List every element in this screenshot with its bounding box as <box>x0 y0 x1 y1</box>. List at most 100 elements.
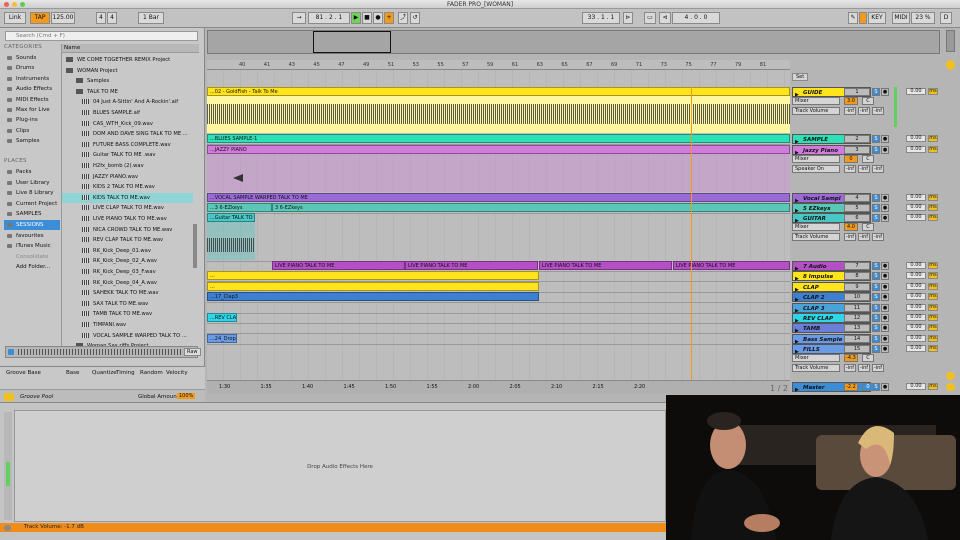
category-item[interactable]: Drums <box>4 63 60 73</box>
file-row[interactable]: TIMPANI.wav <box>62 320 193 331</box>
solo-button[interactable]: S <box>872 304 880 312</box>
arrangement-clip[interactable]: ... <box>207 271 539 280</box>
time-ruler[interactable]: 1:30 1:35 1:40 1:45 1:50 1:55 2:00 2:05 2:10 2:15… <box>207 380 790 394</box>
punch-out-icon[interactable]: ⊲ <box>659 12 671 24</box>
place-item[interactable]: Current Project <box>4 199 60 209</box>
file-row[interactable]: H2fx_bomb (2).wav <box>62 161 193 172</box>
automation-menu[interactable]: Track Volume <box>792 107 840 115</box>
category-item[interactable]: MIDI Effects <box>4 95 60 105</box>
ms-field[interactable]: ms <box>928 135 938 142</box>
time-signature-numerator[interactable]: 4 <box>96 12 106 24</box>
place-item[interactable]: User Library <box>4 178 60 188</box>
arm-button[interactable]: ● <box>881 135 889 143</box>
track-volume-field[interactable]: 0.00 <box>906 135 926 142</box>
file-row[interactable]: Guitar TALK TO ME .wav <box>62 150 193 161</box>
file-row[interactable]: Samples <box>62 76 193 87</box>
file-row[interactable]: VOCAL SAMPLE WARPED TALK TO ... <box>62 331 193 342</box>
arm-button[interactable]: ● <box>881 272 889 280</box>
solo-button[interactable]: S <box>872 283 880 291</box>
file-row[interactable]: LIVE CLAP TALK TO ME.wav <box>62 203 193 214</box>
solo-button[interactable]: S <box>872 324 880 332</box>
clip-body[interactable] <box>207 154 790 192</box>
track-header[interactable]: ▶ SAMPLE 2 S ● 0.00 ms <box>790 134 940 145</box>
place-item[interactable]: Packs <box>4 167 60 177</box>
arrangement-clip[interactable]: ...Guitar TALK TO M <box>207 213 255 222</box>
overview-strip[interactable] <box>207 30 940 54</box>
place-item[interactable]: iTunes Music <box>4 241 60 251</box>
ms-field[interactable]: ms <box>928 314 938 321</box>
solo-button[interactable]: S <box>872 293 880 301</box>
track-volume-field[interactable]: 0.00 <box>906 262 926 269</box>
groove-column-header[interactable]: Quantize <box>92 370 117 376</box>
place-item[interactable]: SESSIONS <box>4 220 60 230</box>
fold-icon[interactable]: ▶ <box>795 385 799 395</box>
track-header[interactable]: ▶ 7 Audio 7 S ● 0.00 ms <box>790 261 940 272</box>
groove-column-header[interactable]: Random <box>140 370 163 376</box>
track-header[interactable]: ▶ CLAP 3 11 S ● 0.00 ms <box>790 303 940 314</box>
close-window-button[interactable] <box>4 2 9 7</box>
track-volume-field[interactable]: 0.00 <box>906 214 926 221</box>
track-lanes[interactable]: ...02 - GoldFish - Talk To Me ...BLUES SA… <box>207 70 790 381</box>
overdub-icon[interactable]: ↺ <box>410 12 420 24</box>
crossfade-button[interactable]: C <box>862 155 874 163</box>
arrangement-clip[interactable]: ...3 6-EZkeys <box>207 203 272 212</box>
file-row[interactable]: WE COME TOGETHER REMIX Project <box>62 55 193 66</box>
place-item[interactable]: SAMPLES <box>4 209 60 219</box>
file-row[interactable]: SAX TALK TO ME.wav <box>62 299 193 310</box>
arrangement-clip[interactable]: ...REV CLAP <box>207 313 237 322</box>
ms-field[interactable]: ms <box>928 214 938 221</box>
arrangement-clip[interactable]: ... <box>207 282 539 291</box>
ms-field[interactable]: ms <box>928 262 938 269</box>
solo-button[interactable]: S <box>872 314 880 322</box>
track-header[interactable]: ▶ 5 EZkeys 5 S ● 0.00 ms <box>790 203 940 214</box>
stop-icon[interactable]: ■ <box>362 12 372 24</box>
track-volume-field[interactable]: 0.00 <box>906 283 926 290</box>
device-chain-scrollbar[interactable] <box>4 412 12 520</box>
arm-button[interactable]: ● <box>881 304 889 312</box>
arm-button[interactable]: ● <box>881 262 889 270</box>
file-row[interactable]: RK_Kick_Deep_04_A.wav <box>62 278 193 289</box>
automation-menu[interactable]: Track Volume <box>792 364 840 372</box>
solo-button[interactable]: S <box>872 135 880 143</box>
arm-button[interactable]: ● <box>881 283 889 291</box>
file-row[interactable]: RK_Kick_Deep_03_F.wav <box>62 267 193 278</box>
arm-button[interactable]: ● <box>881 324 889 332</box>
track-header[interactable]: ▶ Bass Sample 14 S ● 0.00 ms <box>790 334 940 345</box>
ms-field[interactable]: ms <box>928 204 938 211</box>
track-header[interactable]: ▶ CLAP 9 S ● 0.00 ms <box>790 282 940 293</box>
file-row[interactable]: 04 Just A-Sittin' And A-Rockin'.aif <box>62 97 193 108</box>
detail-toggle-icon[interactable] <box>4 525 11 531</box>
file-list-scrollbar[interactable] <box>193 224 197 268</box>
follow-icon[interactable]: → <box>292 12 306 24</box>
computer-midi-keyboard-icon[interactable] <box>859 12 867 24</box>
track-header[interactable]: ▶ 8 Impulse 8 S ● 0.00 ms <box>790 271 940 282</box>
ms-field[interactable]: ms <box>928 383 938 390</box>
preview-strip[interactable]: Raw <box>5 346 201 358</box>
category-item[interactable]: Sounds <box>4 53 60 63</box>
automation-menu[interactable]: Speaker On <box>792 165 840 173</box>
track-volume-field[interactable]: 0.00 <box>906 345 926 352</box>
track-volume-field[interactable]: 0.00 <box>906 324 926 331</box>
track-header[interactable]: ▶ Vocal Sampl 4 S ● 0.00 ms <box>790 193 940 204</box>
file-row[interactable]: CAS_WTH_Kick_09.wav <box>62 119 193 130</box>
groove-pool-icon[interactable] <box>4 393 14 401</box>
place-item[interactable]: Consolidate <box>4 252 60 262</box>
tap-tempo-button[interactable]: TAP <box>30 12 50 24</box>
arrangement-clip[interactable]: ...24_DropS <box>207 334 237 343</box>
track-header[interactable]: ▶ FILLS 15 S ● 0.00 ms <box>790 344 940 355</box>
arrangement-clip[interactable]: LIVE PIANO TALK TO ME <box>272 261 405 270</box>
file-row[interactable]: JAZZY PIANO.wav <box>62 172 193 183</box>
category-item[interactable]: Max for Live <box>4 105 60 115</box>
arm-button[interactable]: ● <box>881 383 889 391</box>
arrangement-clip[interactable]: ...02 - GoldFish - Talk To Me <box>207 87 790 96</box>
arm-button[interactable]: ● <box>881 88 889 96</box>
track-volume-field[interactable]: 0.00 <box>906 272 926 279</box>
arrangement-clip[interactable]: ...VOCAL SAMPLE WARPED TALK TO ME <box>207 193 790 202</box>
track-header[interactable]: ▶ GUIDE 1 S ● 0.00 ms <box>790 87 940 98</box>
file-row[interactable]: LIVE PIANO TALK TO ME.wav <box>62 214 193 225</box>
solo-button[interactable]: S <box>872 262 880 270</box>
track-header[interactable]: ▶ GUITAR 6 S ● 0.00 ms <box>790 213 940 224</box>
file-row[interactable]: KIDS TALK TO ME.wav <box>62 192 193 204</box>
play-icon[interactable]: ▶ <box>351 12 361 24</box>
record-icon[interactable]: ● <box>373 12 383 24</box>
